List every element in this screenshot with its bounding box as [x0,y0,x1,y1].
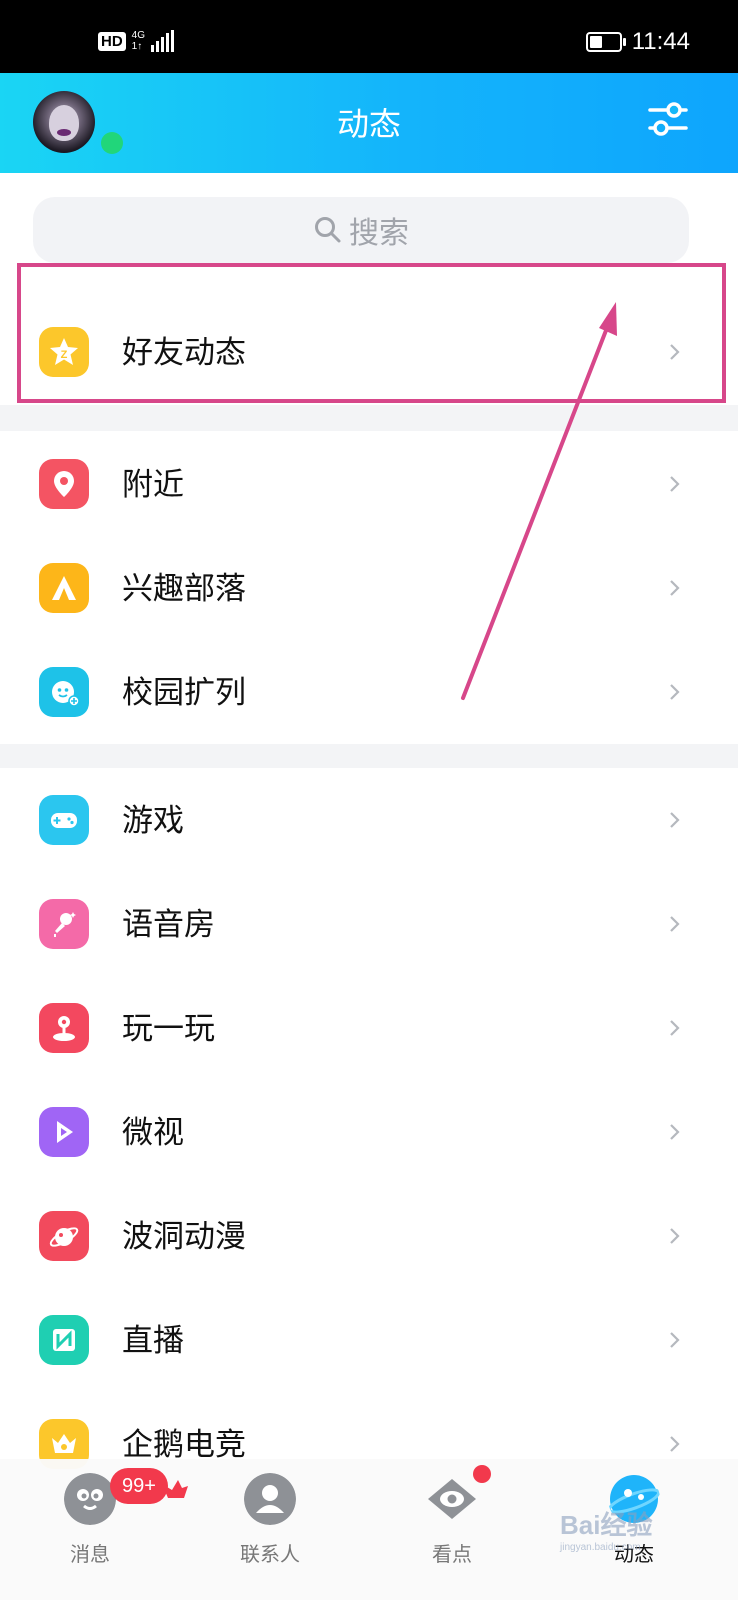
penguin-message-icon [64,1473,116,1525]
gamepad-icon [39,795,89,845]
network-sub-label: 1↑ [131,41,143,52]
list-item-label: 语音房 [122,907,215,943]
joystick-icon [39,1003,89,1053]
list-item-label: 游戏 [122,803,184,839]
list-item-label: 波洞动漫 [122,1219,246,1255]
tab-watch[interactable]: 看点 [402,1473,502,1583]
list-item-voice-room[interactable]: 语音房 [0,872,738,976]
sliders-icon[interactable] [648,100,688,140]
list-item-label: 微视 [122,1115,184,1151]
chevron-right-icon [670,1020,680,1036]
network-label: 4G [131,30,146,41]
search-icon [315,217,341,243]
tab-contacts[interactable]: 联系人 [220,1473,320,1583]
microphone-icon [39,899,89,949]
contacts-icon [244,1473,296,1525]
app-header: 动态 [0,73,738,173]
live-n-icon [39,1315,89,1365]
list-item-interest-tribe[interactable]: 兴趣部落 [0,536,738,640]
hd-indicator: HD [98,31,126,51]
network-type: 4G 1↑ [132,30,145,52]
planet-icon [39,1211,89,1261]
campus-face-icon [39,667,89,717]
list-item-label: 兴趣部落 [122,571,246,607]
location-pin-icon [39,459,89,509]
chevron-right-icon [670,916,680,932]
section-divider [0,405,738,431]
page-title: 动态 [336,105,401,143]
watermark-text: Bai经验 [560,1510,653,1540]
chevron-right-icon [670,580,680,596]
eye-icon [428,1479,476,1519]
list-item-label: 校园扩列 [122,675,246,711]
list-item-campus[interactable]: 校园扩列 [0,640,738,744]
highlight-box [17,263,726,403]
list-item-label: 玩一玩 [122,1011,215,1047]
tab-label: 联系人 [240,1542,300,1566]
chevron-right-icon [670,1124,680,1140]
watermark-url: jingyan.baidu.com [560,1542,641,1553]
search-input[interactable]: 搜索 [33,197,689,263]
tab-label: 看点 [432,1542,472,1566]
clock: 11:44 [631,28,690,55]
list-item-bodong-anime[interactable]: 波洞动漫 [0,1184,738,1288]
watermark: Bai经验 jingyan.baidu.com [560,1505,652,1553]
list-item-weishi[interactable]: 微视 [0,1080,738,1184]
tab-label: 消息 [70,1542,110,1566]
chevron-right-icon [670,476,680,492]
network-status: HD 4G 1↑ [98,30,175,52]
chevron-right-icon [670,1228,680,1244]
search-area: 搜索 [0,173,738,265]
signal-icon [151,30,175,52]
chevron-right-icon [670,1436,680,1452]
notification-dot [473,1465,491,1483]
list-item-live[interactable]: 直播 [0,1288,738,1392]
system-status: 11:44 [585,28,690,56]
chevron-right-icon [670,1332,680,1348]
list-item-label: 附近 [122,467,184,503]
list-item-label: 直播 [122,1323,184,1359]
tent-icon [39,563,89,613]
battery-icon [585,32,626,52]
play-icon [39,1107,89,1157]
list-item-nearby[interactable]: 附近 [0,432,738,536]
search-placeholder: 搜索 [349,216,409,251]
status-bar: HD 4G 1↑ 11:44 [0,0,738,73]
badge-decoration-icon [162,1480,188,1498]
chevron-right-icon [670,812,680,828]
section-divider [0,744,738,768]
list-item-play[interactable]: 玩一玩 [0,976,738,1080]
list-item-games[interactable]: 游戏 [0,768,738,872]
chevron-right-icon [670,684,680,700]
